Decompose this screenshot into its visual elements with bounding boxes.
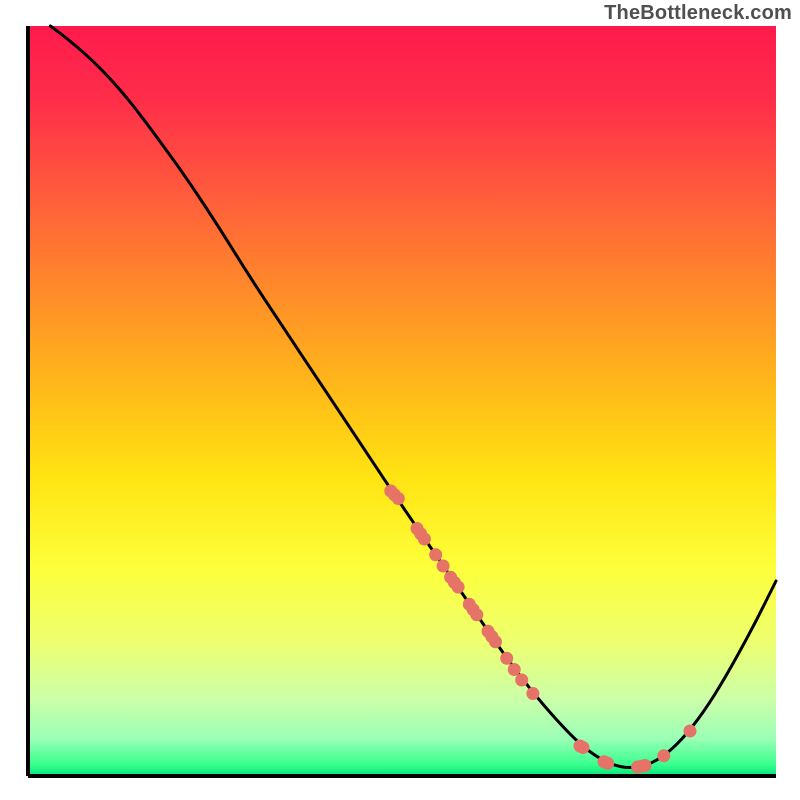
data-point bbox=[452, 581, 465, 594]
data-point bbox=[508, 663, 521, 676]
data-point bbox=[684, 725, 697, 738]
bottleneck-chart bbox=[0, 0, 800, 800]
chart-background bbox=[28, 26, 776, 776]
data-point bbox=[470, 608, 483, 621]
data-point bbox=[392, 492, 405, 505]
data-point bbox=[437, 560, 450, 573]
data-point bbox=[515, 674, 528, 687]
data-point bbox=[577, 741, 590, 754]
data-point bbox=[429, 548, 442, 561]
watermark-text: TheBottleneck.com bbox=[604, 2, 792, 25]
data-point bbox=[639, 759, 652, 772]
data-point bbox=[657, 749, 670, 762]
data-point bbox=[418, 533, 431, 546]
data-point bbox=[489, 635, 502, 648]
data-point bbox=[601, 757, 614, 770]
data-point bbox=[526, 687, 539, 700]
data-point bbox=[500, 652, 513, 665]
